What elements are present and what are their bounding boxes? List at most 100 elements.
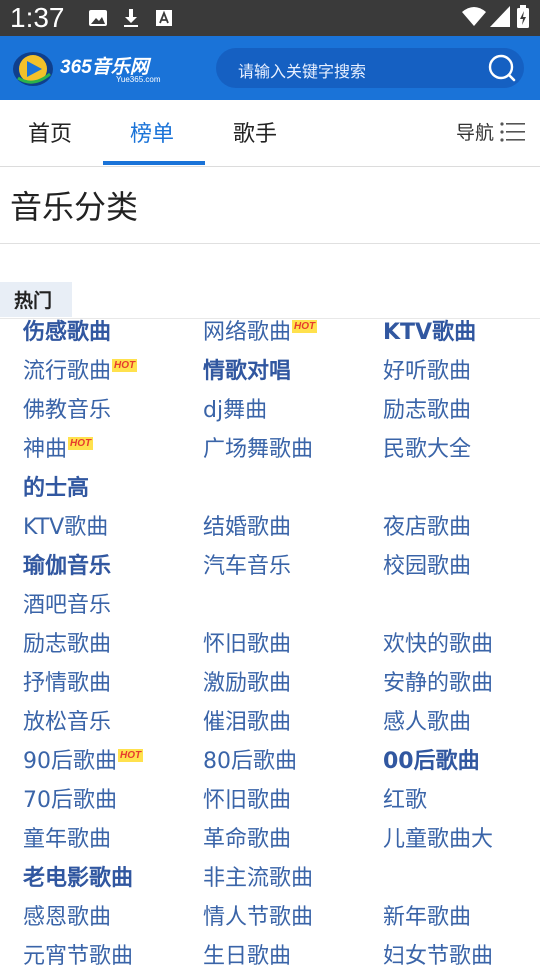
category-link[interactable]: KTV歌曲	[23, 513, 108, 543]
category-link[interactable]: 广场舞歌曲	[203, 435, 313, 465]
gallery-icon	[88, 8, 108, 32]
category-label: 汽车音乐	[203, 554, 292, 579]
category-link[interactable]: 情人节歌曲	[203, 903, 313, 933]
category-link[interactable]: 结婚歌曲	[203, 513, 291, 543]
category-link[interactable]: 激励歌曲	[203, 669, 291, 699]
category-link[interactable]: 民歌大全	[383, 435, 471, 465]
category-label: 童年歌曲	[23, 827, 112, 852]
search-icon[interactable]	[488, 54, 516, 86]
category-label: 儿童歌曲大	[383, 827, 494, 852]
category-label: KTV歌曲	[23, 515, 109, 540]
category-link[interactable]: 感人歌曲	[383, 708, 471, 738]
nav-menu-button[interactable]: 导航	[456, 118, 526, 145]
category-label: 抒情歌曲	[23, 671, 112, 696]
tab-charts[interactable]: 榜单	[130, 116, 174, 148]
category-link[interactable]: 儿童歌曲大	[383, 825, 493, 855]
category-label: 欢快的歌曲	[383, 632, 494, 657]
category-label: 生日歌曲	[203, 944, 292, 969]
hot-category-label: 热门	[14, 290, 53, 312]
category-link[interactable]: dj舞曲	[203, 396, 267, 426]
category-label: 80后歌曲	[203, 749, 297, 774]
category-link[interactable]: 流行歌曲 HOT	[23, 357, 138, 387]
hot-badge: HOT	[292, 320, 318, 333]
category-label: 新年歌曲	[383, 905, 472, 930]
category-label: 元宵节歌曲	[23, 944, 134, 969]
category-link[interactable]: 革命歌曲	[203, 825, 291, 855]
category-link[interactable]: 感恩歌曲	[23, 903, 111, 933]
category-link[interactable]: 夜店歌曲	[383, 513, 471, 543]
category-link[interactable]: 红歌	[383, 786, 427, 816]
category-label: 励志歌曲	[383, 398, 472, 423]
category-label: KTV歌曲	[383, 320, 477, 345]
category-link[interactable]: 神曲 HOT	[23, 435, 94, 465]
category-link[interactable]: 瑜伽音乐	[23, 552, 111, 582]
hot-category-tag: 热门	[0, 282, 72, 317]
category-label: 结婚歌曲	[203, 515, 292, 540]
category-link[interactable]: 00后歌曲	[383, 747, 480, 777]
divider	[0, 243, 540, 244]
category-label: 情歌对唱	[203, 359, 292, 384]
category-link[interactable]: 妇女节歌曲	[383, 942, 493, 972]
hot-badge: HOT	[68, 437, 94, 450]
category-link[interactable]: 汽车音乐	[203, 552, 291, 582]
category-label: 的士高	[23, 476, 90, 501]
category-link[interactable]: 元宵节歌曲	[23, 942, 133, 972]
category-link[interactable]: 酒吧音乐	[23, 591, 111, 621]
category-link[interactable]: 怀旧歌曲	[203, 786, 291, 816]
category-link[interactable]: 生日歌曲	[203, 942, 291, 972]
category-link[interactable]: 90后歌曲 HOT	[23, 747, 144, 777]
category-link[interactable]: 老电影歌曲	[23, 864, 133, 894]
category-link[interactable]: 校园歌曲	[383, 552, 471, 582]
wifi-icon	[462, 6, 486, 32]
category-link[interactable]: 欢快的歌曲	[383, 630, 493, 660]
category-label: 催泪歌曲	[203, 710, 292, 735]
category-link[interactable]: 非主流歌曲	[203, 864, 313, 894]
category-link[interactable]: 童年歌曲	[23, 825, 111, 855]
category-link[interactable]: 放松音乐	[23, 708, 111, 738]
category-label: 民歌大全	[383, 437, 472, 462]
app-header: 365音乐网 Yue365.com 请输入关键字搜索	[0, 36, 540, 100]
category-label: 情人节歌曲	[203, 905, 314, 930]
category-label: 00后歌曲	[383, 749, 480, 774]
category-link[interactable]: 抒情歌曲	[23, 669, 111, 699]
category-link[interactable]: 励志歌曲	[383, 396, 471, 426]
category-link[interactable]: 伤感歌曲	[23, 318, 111, 348]
category-label: 放松音乐	[23, 710, 112, 735]
category-link[interactable]: 80后歌曲	[203, 747, 297, 777]
nav-label: 导航	[455, 122, 494, 144]
category-link[interactable]: 好听歌曲	[383, 357, 471, 387]
hot-badge: HOT	[112, 359, 138, 372]
category-label: 70后歌曲	[23, 788, 117, 813]
category-link[interactable]: 佛教音乐	[23, 396, 111, 426]
category-label: 90后歌曲	[23, 749, 117, 774]
category-link[interactable]: KTV歌曲	[383, 318, 476, 348]
category-label: 红歌	[383, 788, 428, 813]
category-label: 激励歌曲	[203, 671, 292, 696]
active-tab-indicator	[103, 161, 205, 165]
category-link[interactable]: 励志歌曲	[23, 630, 111, 660]
category-link[interactable]: 怀旧歌曲	[203, 630, 291, 660]
category-label: 瑜伽音乐	[23, 554, 112, 579]
category-link[interactable]: 网络歌曲 HOT	[203, 318, 318, 348]
tab-home[interactable]: 首页	[28, 116, 72, 148]
category-link[interactable]: 情歌对唱	[203, 357, 291, 387]
category-label: 伤感歌曲	[23, 320, 112, 345]
category-link[interactable]: 催泪歌曲	[203, 708, 291, 738]
category-label: 酒吧音乐	[23, 593, 112, 618]
category-link[interactable]: 新年歌曲	[383, 903, 471, 933]
menu-list-icon	[500, 121, 525, 142]
category-link[interactable]: 的士高	[23, 474, 89, 504]
search-input[interactable]: 请输入关键字搜索	[216, 48, 524, 88]
signal-icon	[490, 6, 510, 32]
category-label: 好听歌曲	[383, 359, 472, 384]
category-label: 励志歌曲	[23, 632, 112, 657]
category-link[interactable]: 70后歌曲	[23, 786, 117, 816]
category-label: 网络歌曲	[203, 320, 292, 345]
tab-singers[interactable]: 歌手	[233, 116, 277, 148]
category-label: 妇女节歌曲	[383, 944, 494, 969]
category-label: 感恩歌曲	[23, 905, 112, 930]
category-link[interactable]: 安静的歌曲	[383, 669, 493, 699]
download-icon	[121, 8, 141, 32]
category-label: dj舞曲	[203, 398, 268, 423]
site-logo[interactable]: 365音乐网 Yue365.com	[12, 48, 182, 88]
